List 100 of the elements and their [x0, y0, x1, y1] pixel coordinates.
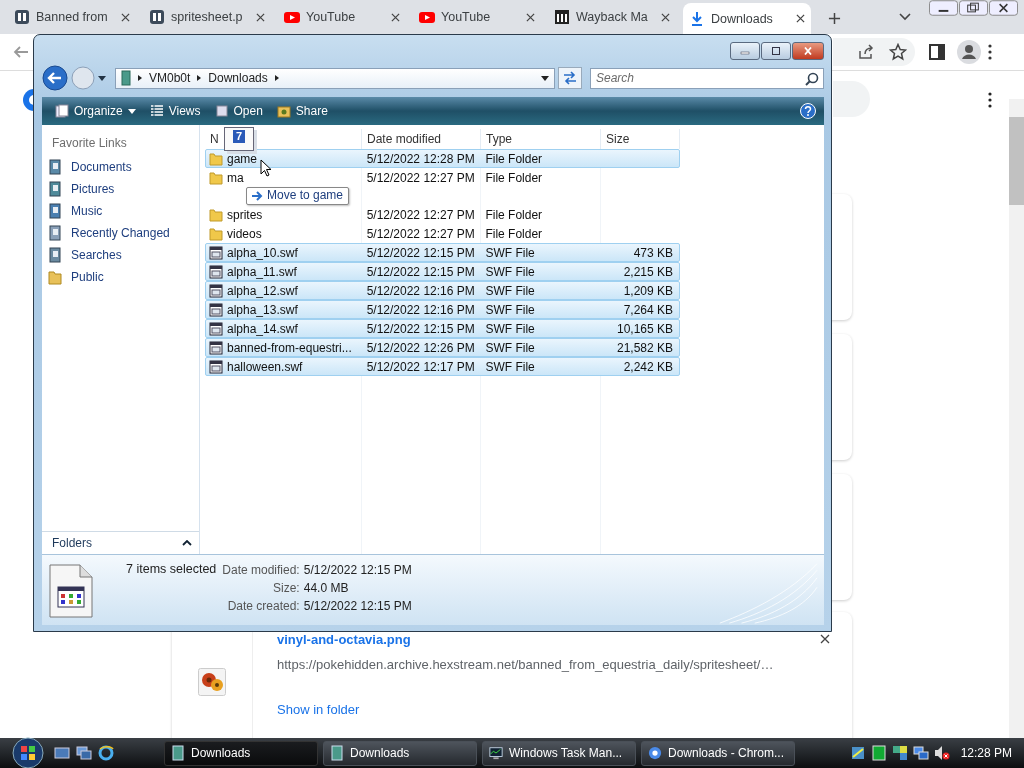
chevron-icon[interactable]: [899, 13, 911, 21]
file-icon: [209, 283, 223, 298]
maximize-button[interactable]: [761, 41, 791, 60]
restore-icon[interactable]: [959, 0, 988, 16]
tray-icon[interactable]: [891, 745, 908, 761]
file-row[interactable]: sprites 5/12/2022 12:27 PM File Folder: [205, 205, 680, 224]
toolbar-button[interactable]: Open: [209, 100, 268, 122]
back-button[interactable]: [42, 65, 68, 91]
file-icon: [209, 359, 223, 374]
network-icon[interactable]: [912, 745, 929, 761]
file-row[interactable]: halloween.swf 5/12/2022 12:17 PM SWF File 2,242 KB: [205, 357, 680, 376]
search-field[interactable]: Search: [590, 67, 824, 89]
chevron-icon[interactable]: [197, 75, 202, 81]
refresh-button[interactable]: [558, 67, 582, 89]
minimize-button[interactable]: [730, 41, 760, 60]
menu-icon[interactable]: [988, 44, 992, 60]
taskbar-button[interactable]: Downloads: [164, 740, 318, 766]
file-row[interactable]: banned-from-equestri... 5/12/2022 12:26 PM SWF File 21,582 KB: [205, 338, 680, 357]
browser-tab[interactable]: Downloads: [683, 3, 811, 34]
close-icon[interactable]: [256, 12, 265, 22]
close-icon[interactable]: [391, 12, 400, 22]
toolbar-button[interactable]: Views: [144, 100, 206, 122]
scrollbar[interactable]: [1009, 99, 1024, 738]
column-header[interactable]: N: [210, 132, 219, 146]
browser-tab[interactable]: Wayback Ma: [548, 3, 676, 31]
close-icon[interactable]: [820, 634, 830, 644]
more-icon[interactable]: [988, 92, 992, 108]
search-icon[interactable]: [805, 71, 819, 86]
browser-tab[interactable]: Banned from: [8, 3, 136, 31]
profile-icon[interactable]: [957, 40, 981, 64]
show-in-folder-link[interactable]: Show in folder: [277, 702, 774, 717]
chevron-up-icon[interactable]: [182, 540, 192, 546]
file-link[interactable]: vinyl-and-octavia.png: [277, 632, 774, 657]
file-row[interactable]: game 5/12/2022 12:28 PM File Folder: [205, 149, 680, 168]
library-icon: [48, 225, 62, 241]
play-icon: [419, 9, 435, 25]
help-icon[interactable]: [800, 103, 816, 119]
address-field[interactable]: VM0b0t Downloads: [115, 67, 555, 89]
file-row[interactable]: ma 5/12/2022 12:27 PM File Folder: [205, 168, 680, 187]
file-row[interactable]: alpha_13.swf 5/12/2022 12:16 PM SWF File 7,264 KB: [205, 300, 680, 319]
browser-icon[interactable]: [98, 745, 114, 761]
close-button[interactable]: [792, 41, 824, 60]
new-tab-icon[interactable]: [828, 12, 841, 25]
file-row[interactable]: videos 5/12/2022 12:27 PM File Folder: [205, 224, 680, 243]
meter-icon[interactable]: [870, 745, 887, 761]
browser-tab[interactable]: YouTube: [413, 3, 541, 31]
address-bar[interactable]: [833, 38, 915, 66]
breadcrumb[interactable]: Downloads: [208, 71, 268, 85]
close-icon[interactable]: [796, 14, 805, 23]
dropdown-arrow-icon[interactable]: [98, 75, 106, 81]
column-header[interactable]: Date modified: [367, 132, 442, 146]
close-icon[interactable]: [121, 12, 130, 22]
chevron-icon[interactable]: [274, 75, 279, 81]
favorite-link[interactable]: Music: [42, 200, 199, 222]
file-row[interactable]: alpha_11.swf 5/12/2022 12:15 PM SWF File 2,215 KB: [205, 262, 680, 281]
toolbar-button[interactable]: Organize: [50, 100, 141, 122]
favorite-link[interactable]: Public: [42, 266, 199, 288]
site-icon: [149, 9, 165, 25]
browser-tab[interactable]: YouTube: [278, 3, 406, 31]
favorite-link[interactable]: Recently Changed: [42, 222, 199, 244]
taskbar-button[interactable]: Downloads - Chrom...: [641, 740, 795, 766]
breadcrumb[interactable]: VM0b0t: [149, 71, 191, 85]
folder-icon: [48, 269, 62, 285]
star-icon[interactable]: [889, 43, 907, 61]
close-icon[interactable]: [989, 0, 1018, 16]
taskbar-button[interactable]: Downloads: [323, 740, 477, 766]
favorite-link[interactable]: Searches: [42, 244, 199, 266]
minimize-icon[interactable]: [929, 0, 958, 16]
start-button[interactable]: [12, 737, 44, 768]
close-icon[interactable]: [661, 12, 670, 22]
favorite-link[interactable]: Documents: [42, 156, 199, 178]
scroll-thumb[interactable]: [1009, 117, 1024, 205]
tray-icon[interactable]: [849, 745, 866, 761]
library-icon: [48, 203, 62, 219]
window-switch-icon[interactable]: [76, 745, 92, 761]
clock[interactable]: 12:28 PM: [960, 746, 1012, 760]
side-panel-icon[interactable]: [928, 43, 946, 61]
chevron-icon[interactable]: [138, 75, 142, 81]
file-row[interactable]: alpha_12.swf 5/12/2022 12:16 PM SWF File 1,209 KB: [205, 281, 680, 300]
window-controls[interactable]: [929, 0, 1018, 16]
column-header[interactable]: Size: [606, 132, 630, 146]
selection-summary: 7 items selected: [126, 562, 217, 576]
favorite-link[interactable]: Pictures: [42, 178, 199, 200]
search-field[interactable]: [833, 81, 870, 117]
desktop-icon[interactable]: [54, 745, 70, 761]
folder-icon: [209, 151, 223, 166]
taskbar-button[interactable]: Windows Task Man...: [482, 740, 636, 766]
list-icon: [149, 104, 164, 118]
close-icon[interactable]: [526, 12, 535, 22]
dropdown-arrow-icon[interactable]: [541, 75, 549, 81]
file-row[interactable]: alpha_10.swf 5/12/2022 12:15 PM SWF File 473 KB: [205, 243, 680, 262]
column-header[interactable]: Type: [486, 132, 512, 146]
toolbar-button[interactable]: Share: [271, 100, 333, 122]
file-row[interactable]: alpha_14.swf 5/12/2022 12:15 PM SWF File 10,165 KB: [205, 319, 680, 338]
back-arrow-icon[interactable]: [13, 44, 29, 60]
share-icon[interactable]: [857, 43, 875, 61]
muted-speaker-icon[interactable]: [933, 745, 950, 761]
browser-tab[interactable]: spritesheet.p: [143, 3, 271, 31]
library-icon: [48, 159, 62, 175]
cursor-icon: [260, 159, 272, 177]
